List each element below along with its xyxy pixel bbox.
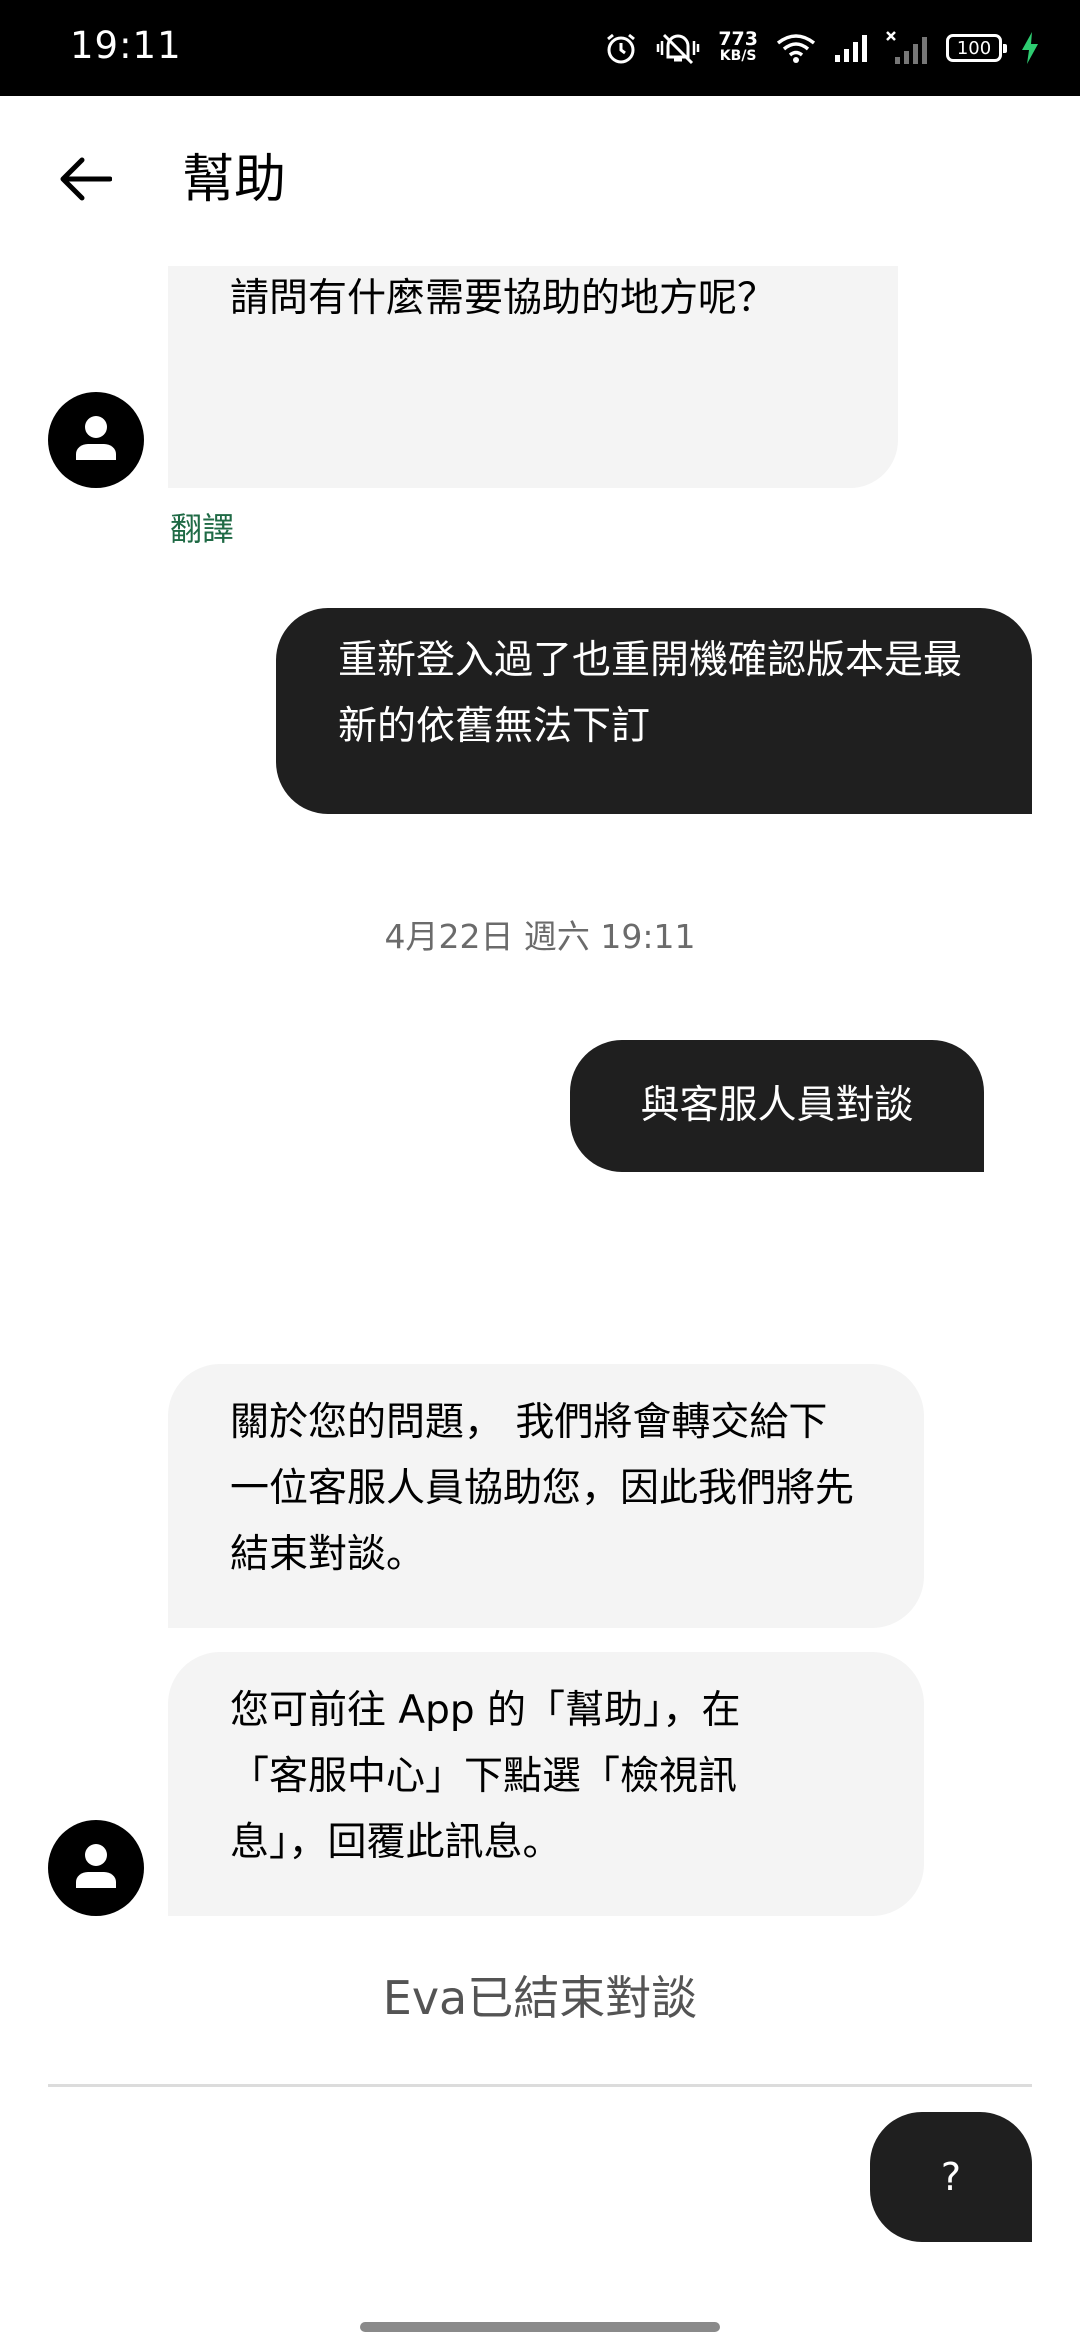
person-icon [74,1842,118,1894]
bot-message-text: 請問有什麼需要協助的地方呢？ [230,276,777,321]
quick-reply-button[interactable]: ? [870,2112,1032,2242]
quick-reply-label: ? [940,2155,962,2199]
alarm-icon [604,31,638,65]
message-timestamp: 4月22日 週六 19:11 [384,917,696,956]
mute-vibrate-icon [656,31,700,65]
signal-icon [834,33,868,63]
user-message-text: 與客服人員對談 [640,1083,914,1128]
user-message-text: 重新登入過了也重開機確認版本是最新的依舊無法下訂 [338,638,963,749]
network-speed: 773 KB/S [718,28,758,65]
user-message: 重新登入過了也重開機確認版本是最新的依舊無法下訂 [276,608,1032,814]
bot-message-text: 關於您的問題， 我們將會轉交給下一位客服人員協助您，因此我們將先結束對談。 [230,1400,855,1577]
network-speed-unit: KB/S [719,48,757,64]
battery-icon: 100 [946,34,1007,62]
bot-message-instructions: 您可前往 App 的「幫助」，在「客服中心」下點選「檢視訊息」，回覆此訊息。 [168,1652,924,1916]
home-indicator[interactable] [360,2322,720,2332]
page-title: 幫助 [182,150,287,210]
arrow-left-icon [58,156,113,206]
divider [48,2084,1032,2087]
user-message-request-agent: 與客服人員對談 [570,1040,984,1172]
bot-avatar [48,392,144,488]
translate-link[interactable]: 翻譯 [170,504,234,550]
charging-icon [1020,31,1040,65]
bot-message-transfer: 關於您的問題， 我們將會轉交給下一位客服人員協助您，因此我們將先結束對談。 [168,1364,924,1628]
status-time: 19:11 [70,24,182,67]
wifi-icon [776,33,816,63]
status-icons: 773 KB/S 100 [604,26,1040,70]
person-icon [74,414,118,466]
bot-message-text: 您可前往 App 的「幫助」，在「客服中心」下點選「檢視訊息」，回覆此訊息。 [230,1688,741,1865]
signal-no-service-icon [886,31,928,65]
network-speed-value: 773 [718,28,758,50]
bot-avatar [48,1820,144,1916]
back-button[interactable] [50,146,120,216]
app-bar: 幫助 [0,96,1080,266]
battery-level: 100 [956,37,992,59]
status-bar: 19:11 773 KB/S 100 [0,0,1080,96]
bot-message: 請問有什麼需要協助的地方呢？ [168,266,898,488]
chat-ended-notice: Eva已結束對談 [382,1971,698,2025]
